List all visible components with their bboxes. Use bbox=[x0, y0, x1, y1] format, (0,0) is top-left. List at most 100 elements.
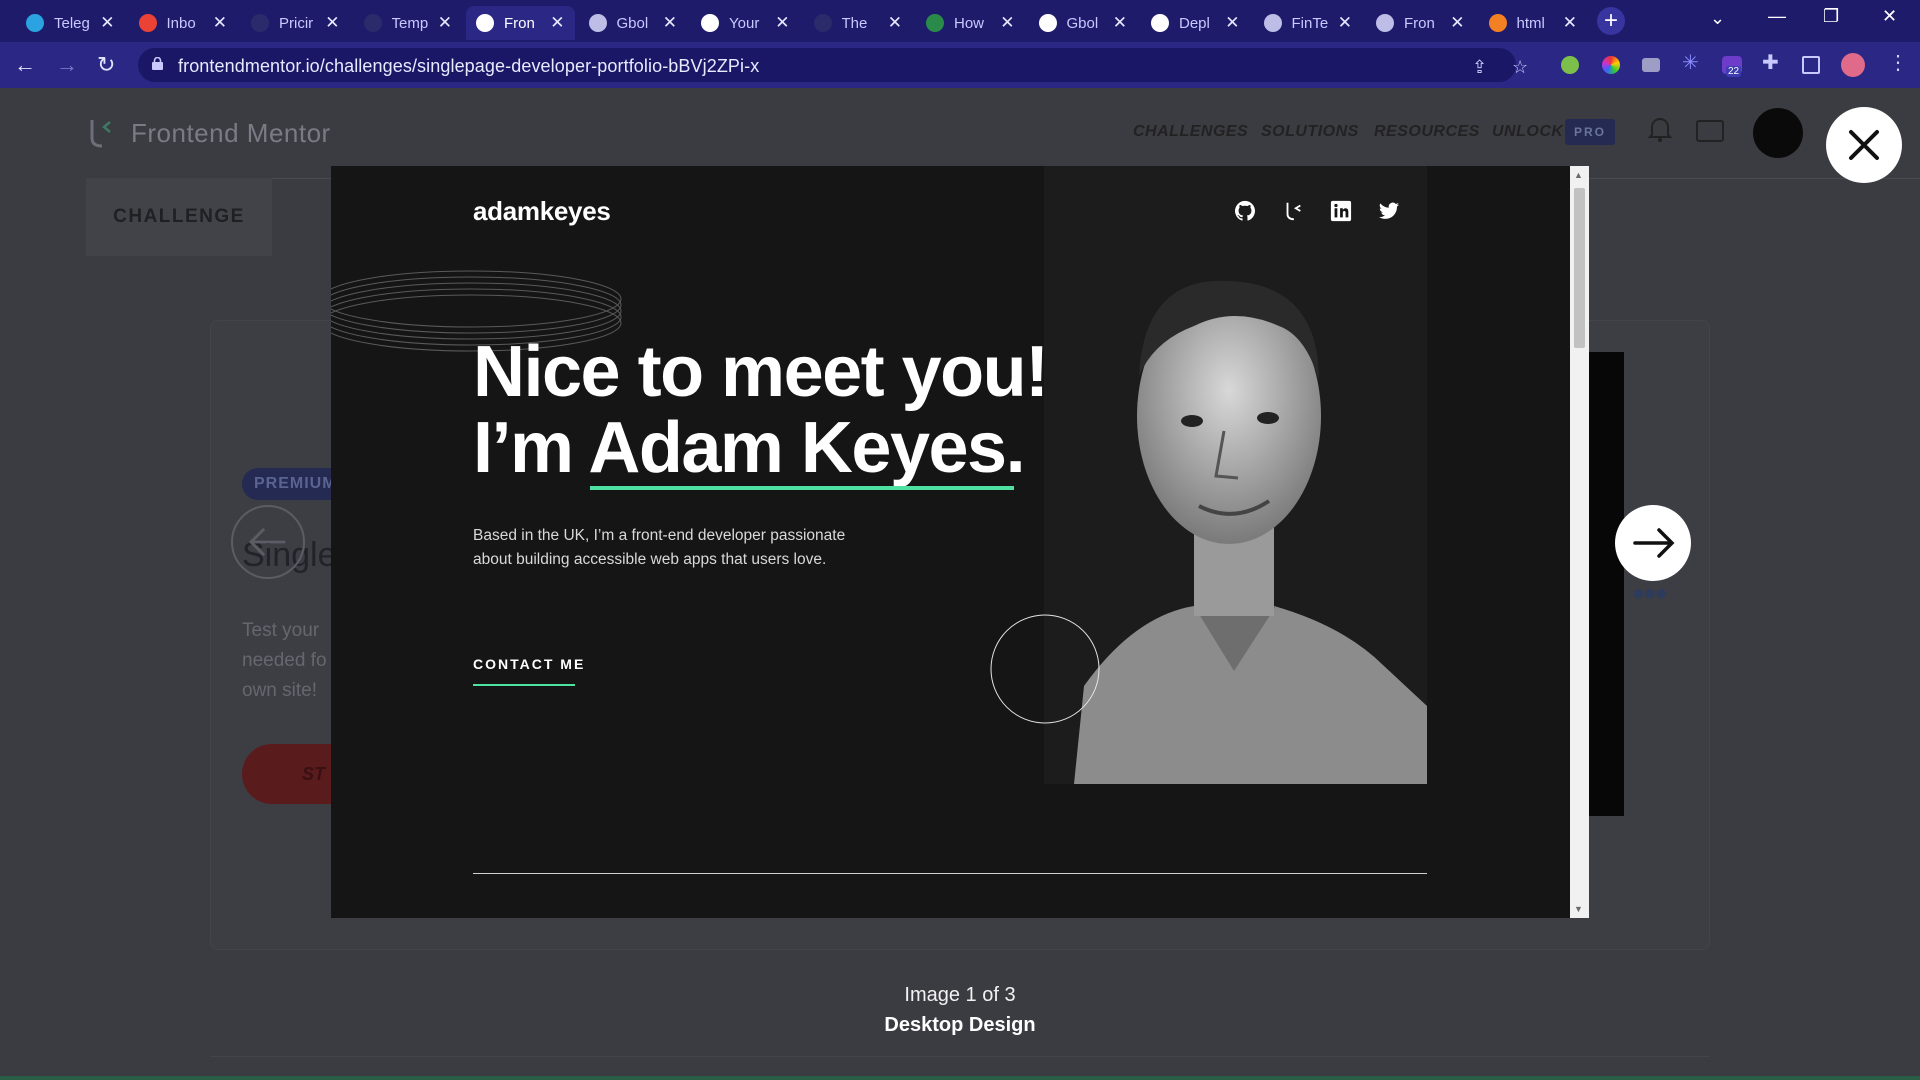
gmail-icon bbox=[138, 14, 157, 32]
minimize-button[interactable]: — bbox=[1768, 6, 1786, 27]
browser-tab[interactable]: How ✕ bbox=[916, 6, 1025, 40]
github-icon bbox=[701, 14, 719, 32]
hero-headline: Nice to meet you! I’m Adam Keyes. bbox=[473, 332, 1049, 486]
tab-label: Depl bbox=[1179, 14, 1210, 32]
close-tab-icon[interactable]: ✕ bbox=[775, 13, 789, 33]
extension-badge-count: 22 bbox=[1726, 66, 1742, 77]
tab-label: Fron bbox=[504, 14, 535, 32]
b-icon bbox=[251, 14, 269, 32]
close-tab-icon[interactable]: ✕ bbox=[1450, 13, 1464, 33]
pro-badge[interactable]: PRO bbox=[1565, 119, 1615, 145]
linkedin-icon bbox=[1330, 200, 1352, 222]
side-panel-icon[interactable] bbox=[1802, 56, 1820, 74]
tab-label: FinTe bbox=[1291, 14, 1329, 32]
lightbox-image: adamkeyes Nice to meet you! I’m Adam Key… bbox=[331, 166, 1589, 918]
close-tab-icon[interactable]: ✕ bbox=[100, 13, 114, 33]
scroll-down-arrow-icon[interactable]: ▼ bbox=[1574, 904, 1583, 914]
browser-tab[interactable]: Your ✕ bbox=[691, 6, 800, 40]
tab-challenge[interactable]: CHALLENGE bbox=[86, 178, 272, 256]
browser-tab[interactable]: Fron ✕ bbox=[1366, 6, 1475, 40]
frontend-mentor-icon bbox=[1286, 202, 1301, 221]
restore-button[interactable]: ❐ bbox=[1823, 6, 1839, 27]
browser-tab[interactable]: Inbo ✕ bbox=[129, 6, 238, 40]
address-bar[interactable]: frontendmentor.io/challenges/singlepage-… bbox=[138, 48, 1528, 82]
globe-icon bbox=[1263, 14, 1282, 32]
twitter-icon bbox=[1378, 202, 1400, 219]
image-counter: Image 1 of 3 bbox=[904, 984, 1016, 1006]
back-button[interactable]: ← bbox=[14, 52, 36, 78]
new-tab-button[interactable]: + bbox=[1597, 7, 1625, 35]
browser-tab[interactable]: FinTe ✕ bbox=[1254, 6, 1363, 40]
window-close-button[interactable]: ✕ bbox=[1882, 6, 1897, 27]
close-tab-icon[interactable]: ✕ bbox=[1563, 13, 1577, 33]
nav-resources[interactable]: RESOURCES bbox=[1374, 123, 1480, 141]
browser-tab[interactable]: html ✕ bbox=[1479, 6, 1588, 40]
lightbox-scrollbar[interactable]: ▲ ▼ bbox=[1570, 166, 1589, 918]
globe-icon bbox=[588, 14, 607, 32]
close-tab-icon[interactable]: ✕ bbox=[325, 13, 339, 33]
extension-colorwheel-icon[interactable] bbox=[1602, 56, 1620, 74]
forward-button[interactable]: → bbox=[56, 52, 78, 78]
headline-name: Adam Keyes. bbox=[588, 408, 1025, 488]
close-lightbox-button[interactable] bbox=[1826, 107, 1902, 183]
close-tab-icon[interactable]: ✕ bbox=[888, 13, 902, 33]
tab-search-icon[interactable]: ⌄ bbox=[1710, 8, 1725, 29]
close-tab-icon[interactable]: ✕ bbox=[1113, 13, 1127, 33]
browser-toolbar: ← → ↻ frontendmentor.io/challenges/singl… bbox=[0, 42, 1920, 88]
notification-bell-icon[interactable] bbox=[1648, 116, 1672, 142]
extension-green-icon[interactable] bbox=[1561, 56, 1579, 74]
next-image-button[interactable] bbox=[1615, 505, 1691, 581]
browser-tab[interactable]: Teleg ✕ bbox=[16, 6, 125, 40]
frontend-mentor-logo-icon[interactable] bbox=[86, 116, 116, 150]
extension-badge-icon[interactable]: 22 bbox=[1722, 56, 1742, 77]
close-tab-icon[interactable]: ✕ bbox=[550, 13, 564, 33]
bookmark-star-icon[interactable]: ☆ bbox=[1512, 57, 1528, 78]
reload-button[interactable]: ↻ bbox=[97, 52, 115, 78]
bottom-accent-strip bbox=[0, 1076, 1920, 1080]
close-tab-icon[interactable]: ✕ bbox=[1338, 13, 1352, 33]
user-avatar[interactable] bbox=[1753, 108, 1803, 158]
close-tab-icon[interactable]: ✕ bbox=[1000, 13, 1014, 33]
lock-icon bbox=[152, 57, 163, 70]
tab-label: How bbox=[954, 14, 985, 32]
headline-line-2: I’m Adam Keyes. bbox=[473, 410, 1048, 486]
share-icon[interactable]: ⇪ bbox=[1472, 57, 1487, 78]
hero-bio: Based in the UK, I’m a front-end develop… bbox=[473, 527, 846, 568]
browser-tab[interactable]: The ✕ bbox=[804, 6, 913, 40]
close-tab-icon[interactable]: ✕ bbox=[663, 13, 677, 33]
section-divider bbox=[473, 873, 1427, 874]
nav-unlock[interactable]: UNLOCK bbox=[1492, 123, 1563, 141]
portfolio-brand: adamkeyes bbox=[473, 196, 611, 226]
browser-tab[interactable]: Temp ✕ bbox=[354, 6, 463, 40]
extension-snowflake-icon[interactable]: ✳ bbox=[1682, 50, 1704, 74]
browser-tab[interactable]: Gbol ✕ bbox=[579, 6, 688, 40]
headline-line-1: Nice to meet you! bbox=[473, 332, 1049, 412]
nav-challenges[interactable]: CHALLENGES bbox=[1133, 123, 1248, 141]
close-tab-icon[interactable]: ✕ bbox=[1225, 13, 1239, 33]
tab-label: Fron bbox=[1404, 14, 1435, 32]
github-icon bbox=[1234, 200, 1256, 221]
tab-label: Gbol bbox=[616, 14, 649, 32]
previous-image-button[interactable] bbox=[231, 505, 305, 579]
contact-underline bbox=[473, 684, 575, 686]
site-logo-text[interactable]: Frontend Mentor bbox=[131, 118, 331, 149]
tab-label: Gbol bbox=[1066, 14, 1099, 32]
tab-label: Your bbox=[729, 14, 760, 32]
close-tab-icon[interactable]: ✕ bbox=[213, 13, 227, 33]
browser-menu-icon[interactable]: ⋮ bbox=[1888, 50, 1910, 74]
browser-tab[interactable]: Pricir ✕ bbox=[241, 6, 350, 40]
scrollbar-thumb[interactable] bbox=[1574, 188, 1585, 348]
nav-solutions[interactable]: SOLUTIONS bbox=[1261, 123, 1359, 141]
camera-icon[interactable] bbox=[1642, 58, 1660, 72]
browser-tab[interactable]: Depl ✕ bbox=[1141, 6, 1250, 40]
challenge-description: Test your needed fo own site! bbox=[242, 620, 327, 701]
infinity-icon bbox=[926, 14, 944, 32]
close-tab-icon[interactable]: ✕ bbox=[438, 13, 452, 33]
tab-label: Teleg bbox=[54, 14, 90, 32]
profile-avatar[interactable] bbox=[1841, 53, 1865, 77]
scroll-up-arrow-icon[interactable]: ▲ bbox=[1574, 170, 1583, 180]
briefcase-icon[interactable] bbox=[1696, 120, 1724, 142]
browser-tab[interactable]: Gbol ✕ bbox=[1029, 6, 1138, 40]
browser-tab[interactable]: Fron ✕ bbox=[466, 6, 575, 40]
extensions-puzzle-icon[interactable]: ✚ bbox=[1762, 50, 1784, 74]
